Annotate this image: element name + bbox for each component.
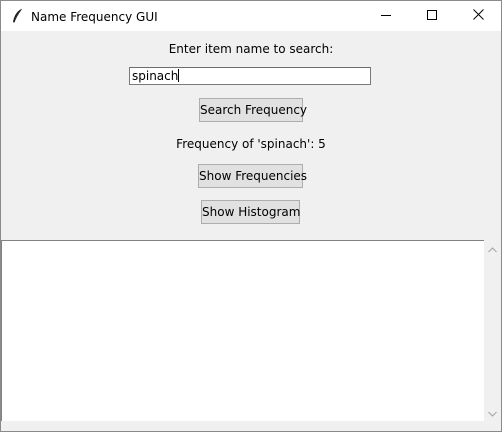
title-bar[interactable]: Name Frequency GUI [1, 1, 501, 31]
search-frequency-button[interactable]: Search Frequency [199, 98, 307, 122]
chevron-up-icon [488, 242, 497, 256]
minimize-icon [381, 9, 391, 23]
minimize-button[interactable] [363, 1, 409, 31]
close-button[interactable] [455, 1, 501, 31]
show-frequencies-button[interactable]: Show Frequencies [198, 164, 307, 188]
search-input-value: spinach [132, 69, 179, 83]
show-histogram-button[interactable]: Show Histogram [201, 200, 300, 224]
chevron-down-icon [488, 406, 497, 420]
scroll-down-button[interactable] [484, 404, 501, 421]
feather-icon [10, 8, 24, 24]
window-title: Name Frequency GUI [31, 10, 158, 24]
app-window: Name Frequency GUI Enter item name to se… [0, 0, 502, 432]
window-bottom-strip [1, 421, 501, 431]
frequency-result-label: Frequency of 'spinach': 5 [176, 137, 326, 151]
search-input[interactable]: spinach [129, 67, 371, 85]
scroll-up-button[interactable] [484, 240, 501, 257]
search-prompt-label: Enter item name to search: [168, 42, 334, 56]
vertical-scrollbar[interactable] [484, 240, 501, 421]
client-area: Enter item name to search: spinach Searc… [1, 31, 501, 431]
close-icon [472, 9, 484, 23]
text-caret [178, 69, 180, 82]
maximize-button[interactable] [409, 1, 455, 31]
output-text-area[interactable] [1, 240, 484, 421]
maximize-icon [427, 9, 437, 23]
